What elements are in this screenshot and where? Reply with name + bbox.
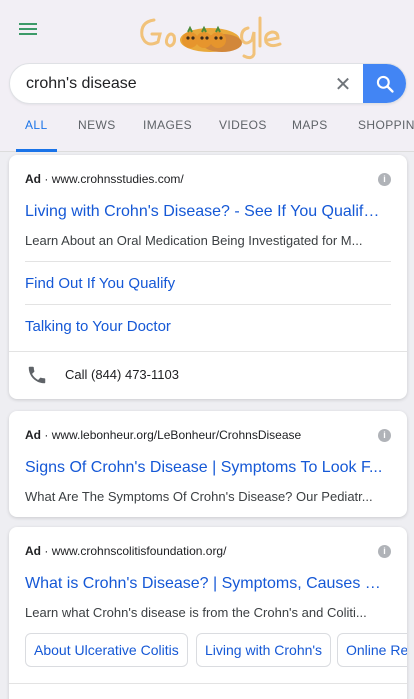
divider xyxy=(9,683,407,684)
ad-description: Learn what Crohn's disease is from the C… xyxy=(25,605,367,620)
google-doodle-logo[interactable] xyxy=(136,10,284,64)
call-label: Call (844) 473-1103 xyxy=(65,367,179,382)
sitelink-chips: About Ulcerative Colitis Living with Cro… xyxy=(25,633,407,669)
ad-title-link[interactable]: What is Crohn's Disease? | Symptoms, Cau… xyxy=(25,575,383,593)
ad-url[interactable]: www.crohnscolitisfoundation.org/ xyxy=(52,544,227,558)
search-header: ✕ ALL NEWS IMAGES VIDEOS MAPS SHOPPING xyxy=(0,0,414,152)
divider xyxy=(25,261,391,262)
ad-url-line: Ad · www.lebonheur.org/LeBonheur/CrohnsD… xyxy=(25,428,301,442)
info-icon[interactable]: i xyxy=(378,173,391,186)
ad-card: Ad · www.crohnsstudies.com/ i Living wit… xyxy=(9,155,407,399)
separator: · xyxy=(44,428,52,442)
tab-shopping[interactable]: SHOPPING xyxy=(358,112,414,152)
chip-living-with-crohns[interactable]: Living with Crohn's xyxy=(196,633,332,667)
sitelink-find-out[interactable]: Find Out If You Qualify xyxy=(25,275,175,292)
menu-icon[interactable] xyxy=(19,20,43,40)
search-button[interactable] xyxy=(363,64,406,103)
tab-news[interactable]: NEWS xyxy=(78,112,116,152)
chip-about-ulcerative-colitis[interactable]: About Ulcerative Colitis xyxy=(25,633,188,667)
clear-icon[interactable]: ✕ xyxy=(332,73,354,95)
separator: · xyxy=(44,172,52,186)
info-icon[interactable]: i xyxy=(378,429,391,442)
ad-badge: Ad xyxy=(25,428,41,442)
ad-card: Ad · www.lebonheur.org/LeBonheur/CrohnsD… xyxy=(9,411,407,517)
divider xyxy=(25,304,391,305)
ad-title-link[interactable]: Living with Crohn's Disease? - See If Yo… xyxy=(25,203,383,221)
tab-videos[interactable]: VIDEOS xyxy=(219,112,267,152)
search-input[interactable] xyxy=(26,64,326,103)
tab-maps[interactable]: MAPS xyxy=(292,112,328,152)
tab-images[interactable]: IMAGES xyxy=(143,112,192,152)
search-icon xyxy=(376,75,394,93)
search-tabs: ALL NEWS IMAGES VIDEOS MAPS SHOPPING xyxy=(0,112,414,152)
ad-title-link[interactable]: Signs Of Crohn's Disease | Symptoms To L… xyxy=(25,459,383,477)
tab-all[interactable]: ALL xyxy=(16,112,56,152)
chip-online-resources[interactable]: Online Res xyxy=(337,633,407,667)
ad-badge: Ad xyxy=(25,172,41,186)
ad-url-line: Ad · www.crohnscolitisfoundation.org/ xyxy=(25,544,226,558)
ad-url-line: Ad · www.crohnsstudies.com/ xyxy=(25,172,184,186)
separator: · xyxy=(44,544,52,558)
sitelink-talking-to-doctor[interactable]: Talking to Your Doctor xyxy=(25,318,171,335)
search-box: ✕ xyxy=(9,63,407,104)
call-button[interactable]: Call (844) 473-1103 xyxy=(9,352,407,399)
ad-description: What Are The Symptoms Of Crohn's Disease… xyxy=(25,489,373,504)
ad-card: Ad · www.crohnscolitisfoundation.org/ i … xyxy=(9,527,407,699)
info-icon[interactable]: i xyxy=(378,545,391,558)
phone-icon xyxy=(28,366,46,384)
ad-badge: Ad xyxy=(25,544,41,558)
ad-description: Learn About an Oral Medication Being Inv… xyxy=(25,233,363,248)
ad-url[interactable]: www.lebonheur.org/LeBonheur/CrohnsDiseas… xyxy=(52,428,302,442)
ad-url[interactable]: www.crohnsstudies.com/ xyxy=(52,172,184,186)
